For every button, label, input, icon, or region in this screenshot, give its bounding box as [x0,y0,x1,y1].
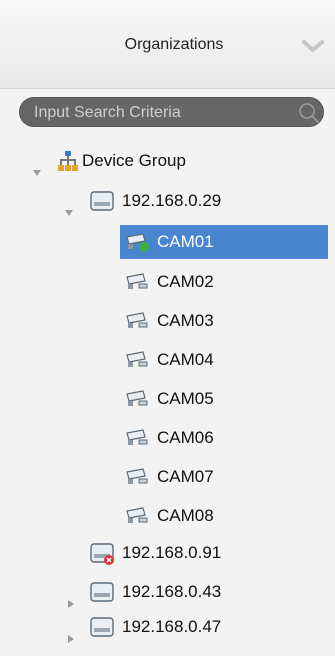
tree-node-label: CAM01 [157,232,214,251]
tree-node-device[interactable]: 192.168.0.29 [0,184,335,218]
tree-node-label: 192.168.0.43 [122,582,222,601]
tree-node-camera[interactable]: CAM01 [120,225,328,259]
camera-icon [125,466,151,500]
tree-node-device[interactable]: 192.168.0.47 [0,610,335,644]
camera-icon [125,349,151,383]
panel-header: Organizations [0,0,335,89]
tree-node-label: CAM03 [157,311,214,330]
search-box [19,97,324,127]
tree-node-label: CAM04 [157,350,214,369]
nvr-device-icon [90,190,114,224]
nvr-device-offline-icon [90,542,116,578]
tree-node-camera[interactable]: CAM06 [120,421,328,455]
tree-node-label: CAM08 [157,506,214,525]
tree-node-camera[interactable]: CAM08 [120,499,328,533]
camera-icon [125,271,151,305]
tree-node-camera[interactable]: CAM03 [120,304,328,338]
tree-node-label: 192.168.0.91 [122,543,222,562]
tree-node-label: 192.168.0.47 [122,617,222,636]
tree-node-label: CAM06 [157,428,214,447]
tree-node-device[interactable]: 192.168.0.91 [0,536,335,570]
camera-icon [125,427,151,461]
collapsed-arrow-icon[interactable] [66,622,76,656]
tree-node-camera[interactable]: CAM04 [120,343,328,377]
tree-node-device-group[interactable]: Device Group [0,144,335,178]
organization-icon [57,150,79,184]
tree-node-camera[interactable]: CAM02 [120,265,328,299]
panel-title: Organizations [124,36,224,53]
tree-node-label: Device Group [82,151,186,170]
camera-icon [125,388,151,422]
chevron-down-icon[interactable] [300,34,326,58]
nvr-device-icon [90,616,114,650]
camera-icon [125,505,151,539]
camera-icon [125,310,151,344]
tree-node-label: CAM02 [157,272,214,291]
tree-node-label: CAM07 [157,467,214,486]
tree-node-device[interactable]: 192.168.0.43 [0,575,335,609]
tree-node-label: 192.168.0.29 [122,191,222,210]
expanded-arrow-icon[interactable] [64,196,74,230]
camera-online-icon [125,231,151,265]
tree-node-camera[interactable]: CAM05 [120,382,328,416]
search-input[interactable] [34,101,284,125]
tree-node-label: CAM05 [157,389,214,408]
tree-node-camera[interactable]: CAM07 [120,460,328,494]
search-icon[interactable] [298,102,320,129]
